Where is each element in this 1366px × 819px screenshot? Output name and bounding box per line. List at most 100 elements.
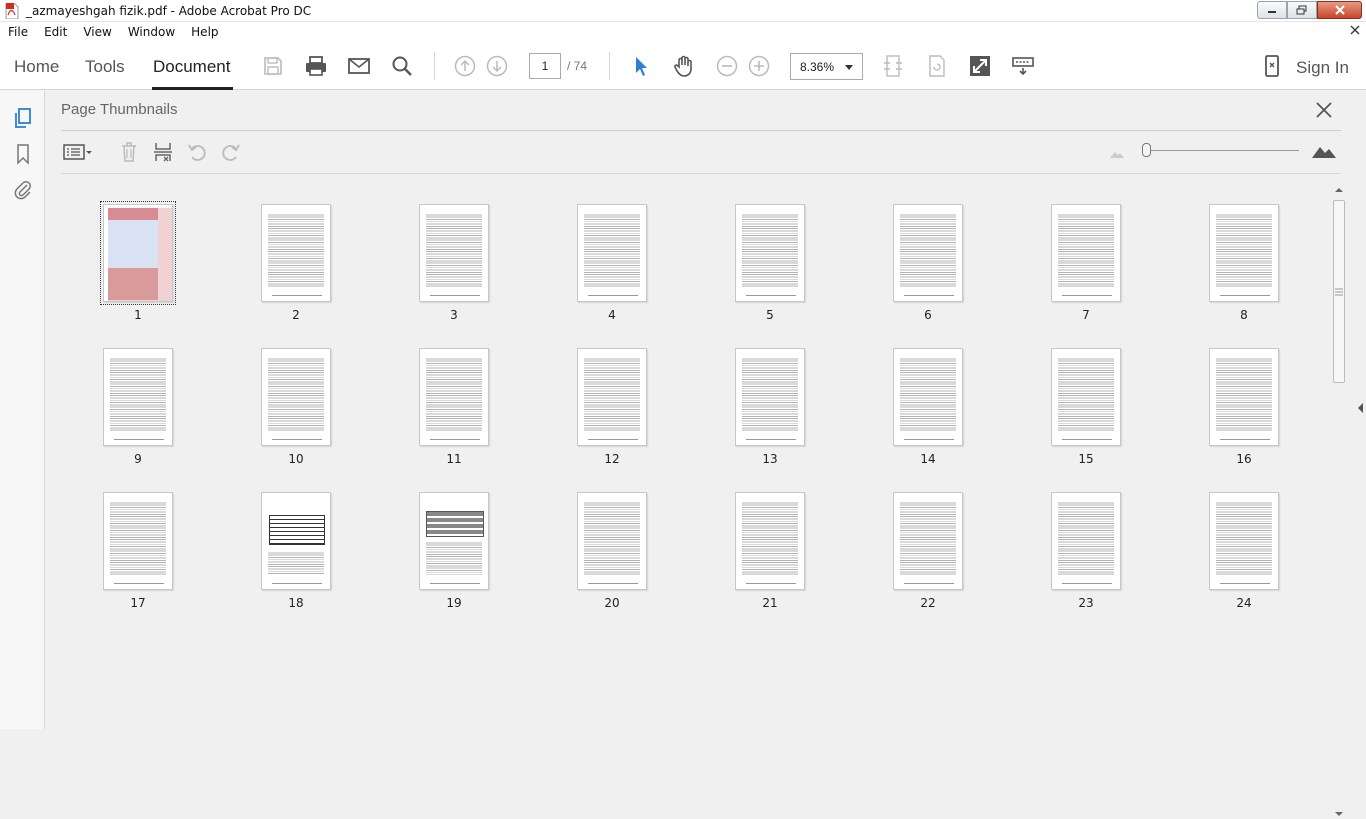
page-footer-line xyxy=(114,583,164,584)
minus-circle-icon xyxy=(716,55,738,77)
print-button[interactable] xyxy=(303,53,329,79)
page-text-lines xyxy=(426,541,482,575)
page-number-label: 12 xyxy=(604,452,620,466)
page-footer-line xyxy=(588,295,638,296)
thumbnail-scrollbar[interactable] xyxy=(1332,185,1346,816)
tab-tools[interactable]: Tools xyxy=(85,57,125,77)
page-total: / 74 xyxy=(567,59,588,73)
zoom-level-select[interactable]: 8.36% xyxy=(790,53,863,80)
page-thumbnail[interactable] xyxy=(1051,204,1121,302)
page-thumbnail[interactable] xyxy=(100,201,176,305)
page-thumbnail[interactable] xyxy=(735,348,805,446)
page-thumbnail[interactable] xyxy=(261,204,331,302)
page-text-lines xyxy=(268,551,324,575)
zoom-level-value: 8.36% xyxy=(800,60,835,74)
page-text-lines xyxy=(742,357,798,431)
page-thumbnail[interactable] xyxy=(1209,492,1279,590)
page-thumbnail[interactable] xyxy=(893,348,963,446)
page-text-lines xyxy=(426,357,482,431)
navigation-rail xyxy=(0,91,45,729)
search-icon xyxy=(392,56,412,76)
rotate-page-button[interactable] xyxy=(924,53,950,79)
page-thumbnail[interactable] xyxy=(577,348,647,446)
page-thumbnail[interactable] xyxy=(735,492,805,590)
page-thumbnail[interactable] xyxy=(261,348,331,446)
page-text-lines xyxy=(1216,501,1272,575)
full-screen-button[interactable] xyxy=(967,53,993,79)
page-footer-line xyxy=(746,583,796,584)
page-thumbnail[interactable] xyxy=(893,492,963,590)
page-thumbnail[interactable] xyxy=(1051,492,1121,590)
close-document-icon[interactable] xyxy=(1350,25,1360,35)
page-text-lines xyxy=(584,357,640,431)
page-thumbnail[interactable] xyxy=(577,204,647,302)
page-footer-line xyxy=(114,439,164,440)
page-thumbnail[interactable] xyxy=(735,204,805,302)
scroll-up-icon[interactable] xyxy=(1332,185,1346,195)
close-window-button[interactable] xyxy=(1317,1,1362,19)
page-thumbnail[interactable] xyxy=(419,492,489,590)
restore-button[interactable] xyxy=(1287,1,1317,19)
zoom-out-button[interactable] xyxy=(714,53,740,79)
save-button[interactable] xyxy=(260,53,286,79)
tab-home[interactable]: Home xyxy=(14,57,59,77)
hand-tool-button[interactable] xyxy=(671,53,697,79)
page-thumbnail[interactable] xyxy=(419,204,489,302)
page-text-lines xyxy=(110,357,166,431)
search-button[interactable] xyxy=(389,53,415,79)
page-thumbnail[interactable] xyxy=(1209,204,1279,302)
menu-window[interactable]: Window xyxy=(120,25,183,39)
page-text-lines xyxy=(1058,501,1114,575)
page-thumbnails-button[interactable] xyxy=(12,107,34,129)
email-button[interactable] xyxy=(346,53,372,79)
minimize-button[interactable] xyxy=(1257,1,1287,19)
page-thumbnail[interactable] xyxy=(1051,348,1121,446)
fit-page-button[interactable] xyxy=(880,53,906,79)
page-number-label: 6 xyxy=(924,308,932,322)
menu-edit[interactable]: Edit xyxy=(36,25,75,39)
scrollbar-thumb[interactable] xyxy=(1333,200,1345,383)
tab-document[interactable]: Document xyxy=(153,57,230,77)
right-pane-collapse[interactable] xyxy=(1353,91,1366,729)
page-rotate-icon xyxy=(929,55,945,77)
attachments-button[interactable] xyxy=(12,179,34,201)
page-thumbnail[interactable] xyxy=(577,492,647,590)
page-number-label: 9 xyxy=(134,452,142,466)
page-number-label: 4 xyxy=(608,308,616,322)
page-thumbnail[interactable] xyxy=(103,348,173,446)
page-thumbnails-panel: Page Thumbnails 1 2 3 4 5 6 7 8 9 10 11 12 13 14 15 16 1… xyxy=(46,91,1352,816)
menu-view[interactable]: View xyxy=(75,25,119,39)
menu-help[interactable]: Help xyxy=(183,25,226,39)
chevron-left-icon xyxy=(1358,403,1363,413)
zoom-in-button[interactable] xyxy=(746,53,772,79)
select-tool-button[interactable] xyxy=(628,53,654,79)
page-text-lines xyxy=(584,501,640,575)
menu-file[interactable]: File xyxy=(0,25,36,39)
paperclip-icon xyxy=(14,181,31,200)
sign-in-link[interactable]: Sign In xyxy=(1296,58,1349,78)
toolbar-divider xyxy=(434,52,435,80)
toolbar-divider xyxy=(609,52,610,80)
page-thumbnail[interactable] xyxy=(261,492,331,590)
next-page-button[interactable] xyxy=(484,53,510,79)
cover-footer-block xyxy=(108,268,158,300)
mobile-link-button[interactable] xyxy=(1259,53,1285,79)
page-footer-line xyxy=(904,295,954,296)
page-text-lines xyxy=(1216,357,1272,431)
page-number-input[interactable]: 1 xyxy=(529,53,561,79)
page-footer-line xyxy=(430,439,480,440)
page-number-label: 18 xyxy=(288,596,304,610)
previous-page-button[interactable] xyxy=(452,53,478,79)
page-number-label: 17 xyxy=(130,596,146,610)
fit-page-icon xyxy=(884,55,902,77)
page-footer-line xyxy=(1220,295,1270,296)
bookmarks-button[interactable] xyxy=(12,143,34,165)
page-thumbnail[interactable] xyxy=(103,492,173,590)
scroll-down-icon[interactable] xyxy=(1332,809,1346,819)
page-thumbnail[interactable] xyxy=(419,348,489,446)
page-number-label: 11 xyxy=(446,452,462,466)
page-thumbnail[interactable] xyxy=(1209,348,1279,446)
read-mode-button[interactable] xyxy=(1010,53,1036,79)
page-thumbnail[interactable] xyxy=(893,204,963,302)
page-text-lines xyxy=(900,357,956,431)
